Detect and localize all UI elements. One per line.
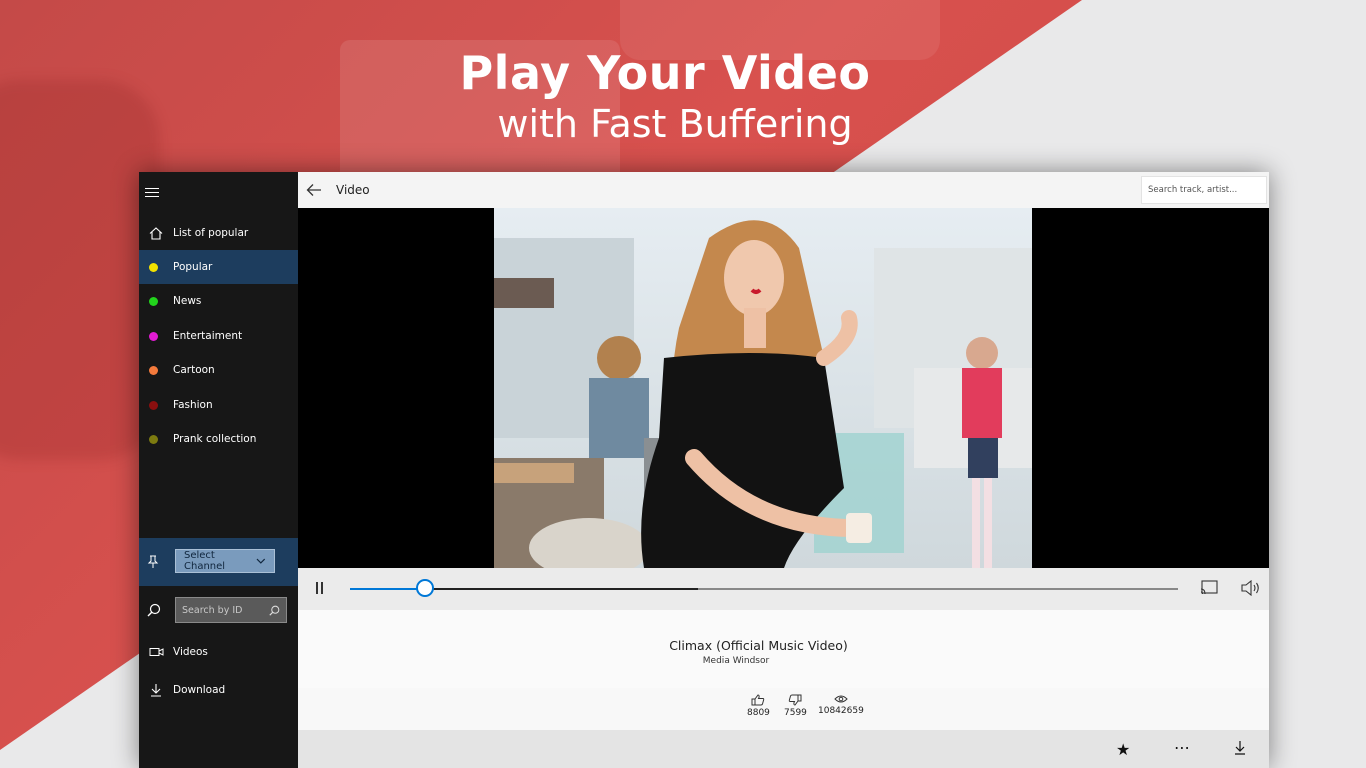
- video-camera-icon: [139, 647, 173, 657]
- top-bar: Video Search track, artist...: [298, 172, 1269, 208]
- cast-icon[interactable]: [1200, 580, 1218, 600]
- search-placeholder: Search by ID: [182, 604, 243, 616]
- video-stats: 8809 7599 10842659: [298, 688, 1269, 730]
- channel-select[interactable]: Select Channel: [175, 549, 275, 573]
- promo-headline: Play Your Video with Fast Buffering: [0, 46, 1330, 146]
- darkred-dot-icon: [148, 400, 158, 410]
- more-options-icon[interactable]: ⋯: [1174, 738, 1190, 757]
- search-icon[interactable]: [147, 602, 161, 621]
- sidebar-item-label: Popular: [173, 261, 213, 273]
- search-placeholder: Search track, artist...: [1148, 185, 1238, 195]
- sidebar-item-videos[interactable]: Videos: [139, 635, 298, 669]
- back-arrow-icon[interactable]: [306, 182, 322, 201]
- video-player[interactable]: [298, 208, 1269, 568]
- download-icon: [139, 683, 173, 697]
- channel-select-label: Select Channel: [184, 550, 226, 572]
- sidebar: List of popular Popular News Entertaimen…: [139, 172, 298, 768]
- sidebar-item-label: Entertaiment: [173, 330, 243, 342]
- sidebar-item-label: Download: [173, 684, 226, 696]
- olive-dot-icon: [148, 434, 158, 444]
- dislikes-count: 7599: [784, 708, 807, 718]
- pause-icon[interactable]: [316, 582, 324, 594]
- sidebar-item-cartoon[interactable]: Cartoon: [139, 353, 298, 387]
- sidebar-item-fashion[interactable]: Fashion: [139, 388, 298, 422]
- sidebar-item-list-of-popular[interactable]: List of popular: [139, 216, 298, 250]
- chevron-down-icon: [256, 558, 266, 564]
- volume-icon[interactable]: [1241, 579, 1261, 600]
- sidebar-item-download[interactable]: Download: [139, 673, 298, 707]
- player-controls: [298, 568, 1269, 610]
- star-favorite-icon[interactable]: ★: [1116, 740, 1130, 759]
- sidebar-item-prank-collection[interactable]: Prank collection: [139, 422, 298, 456]
- views-count: 10842659: [818, 706, 864, 716]
- eye-icon: [834, 695, 848, 703]
- video-channel[interactable]: Media Windsor: [298, 656, 1174, 666]
- seek-thumb[interactable]: [416, 579, 434, 597]
- thumbs-down-icon: [789, 694, 802, 706]
- green-dot-icon: [148, 296, 158, 306]
- orange-dot-icon: [148, 365, 158, 375]
- video-title: Climax (Official Music Video): [669, 638, 848, 653]
- search-icon[interactable]: [269, 605, 280, 616]
- sidebar-item-entertaiment[interactable]: Entertaiment: [139, 319, 298, 353]
- thumbs-up-icon: [751, 694, 765, 706]
- channel-bar: Select Channel: [139, 538, 298, 586]
- page-title: Video: [336, 183, 370, 197]
- search-by-id-input[interactable]: Search by ID: [175, 597, 287, 623]
- yellow-dot-icon: [148, 262, 158, 272]
- sidebar-item-label: Prank collection: [173, 433, 257, 445]
- video-frame-image[interactable]: [494, 208, 1032, 568]
- sidebar-item-news[interactable]: News: [139, 284, 298, 318]
- download-icon[interactable]: [1234, 740, 1246, 759]
- sidebar-item-label: Videos: [173, 646, 208, 658]
- sidebar-item-popular[interactable]: Popular: [139, 250, 298, 284]
- promo-line1: Play Your Video: [459, 46, 871, 100]
- promo-line2: with Fast Buffering: [497, 102, 853, 146]
- main-content: Video Search track, artist... Climax (Of…: [298, 172, 1269, 768]
- pin-icon[interactable]: [147, 554, 159, 573]
- home-icon: [139, 226, 173, 240]
- app-window: List of popular Popular News Entertaimen…: [139, 172, 1269, 768]
- likes-count: 8809: [747, 708, 770, 718]
- sidebar-item-label: Cartoon: [173, 364, 215, 376]
- likes-stat[interactable]: 8809: [747, 694, 770, 718]
- dislikes-stat[interactable]: 7599: [784, 694, 807, 718]
- views-stat: 10842659: [818, 694, 864, 716]
- sidebar-item-label: News: [173, 295, 202, 307]
- sidebar-item-label: List of popular: [173, 227, 249, 239]
- search-track-input[interactable]: Search track, artist...: [1141, 176, 1267, 204]
- sidebar-item-label: Fashion: [173, 399, 213, 411]
- played-bar: [350, 588, 425, 590]
- bottom-app-bar: ★ ⋯: [298, 730, 1269, 768]
- video-info: Climax (Official Music Video) Media Wind…: [298, 610, 1269, 689]
- hamburger-menu-icon[interactable]: [145, 188, 159, 198]
- magenta-dot-icon: [148, 331, 158, 341]
